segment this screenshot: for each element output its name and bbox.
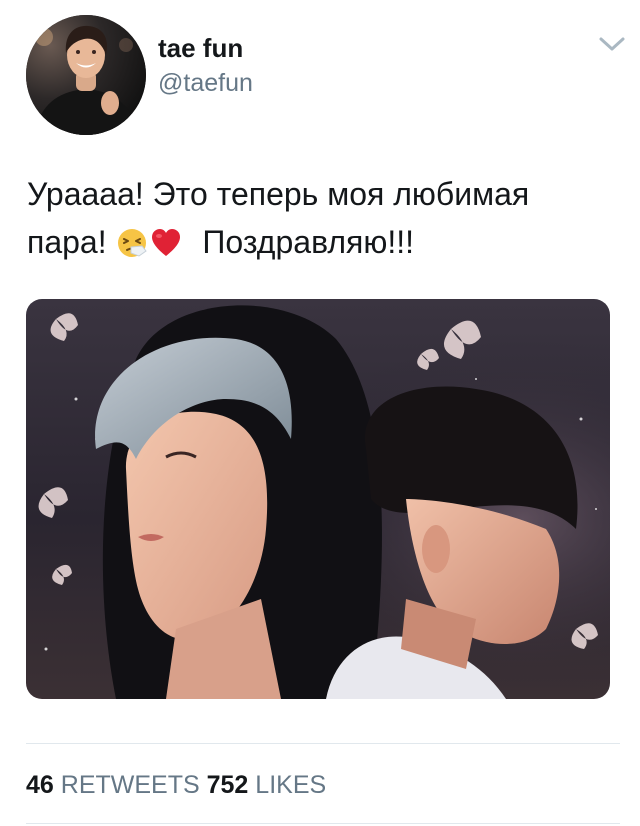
display-name[interactable]: tae fun xyxy=(158,32,243,64)
tweet-text-word: пара! xyxy=(27,224,107,260)
tweet-text-word: Поздравляю!!! xyxy=(202,224,414,260)
tweet-text-line-2: пара! Поздравляю!!! xyxy=(27,218,617,266)
illustration-image xyxy=(26,299,610,699)
likes-label[interactable]: LIKES xyxy=(255,771,326,799)
tweet-text-line-1: Ураааа! Это теперь моя любимая xyxy=(27,176,530,212)
profile-photo xyxy=(26,15,146,135)
user-handle[interactable]: @taefun xyxy=(158,67,253,99)
divider xyxy=(26,823,620,824)
likes-count[interactable]: 752 xyxy=(207,771,249,799)
divider xyxy=(26,743,620,744)
tweet-media-image[interactable] xyxy=(26,299,610,699)
sneezing-face-emoji-icon xyxy=(116,224,148,257)
retweets-count[interactable]: 46 xyxy=(26,771,54,799)
red-heart-emoji-icon xyxy=(150,224,182,256)
tweet-text: Ураааа! Это теперь моя любимая пара! Поз… xyxy=(27,170,617,266)
avatar[interactable] xyxy=(26,15,146,135)
retweets-label[interactable]: RETWEETS xyxy=(61,771,200,799)
tweet-stats: 46 RETWEETS 752 LIKES xyxy=(26,768,326,802)
chevron-down-icon[interactable] xyxy=(598,34,626,54)
